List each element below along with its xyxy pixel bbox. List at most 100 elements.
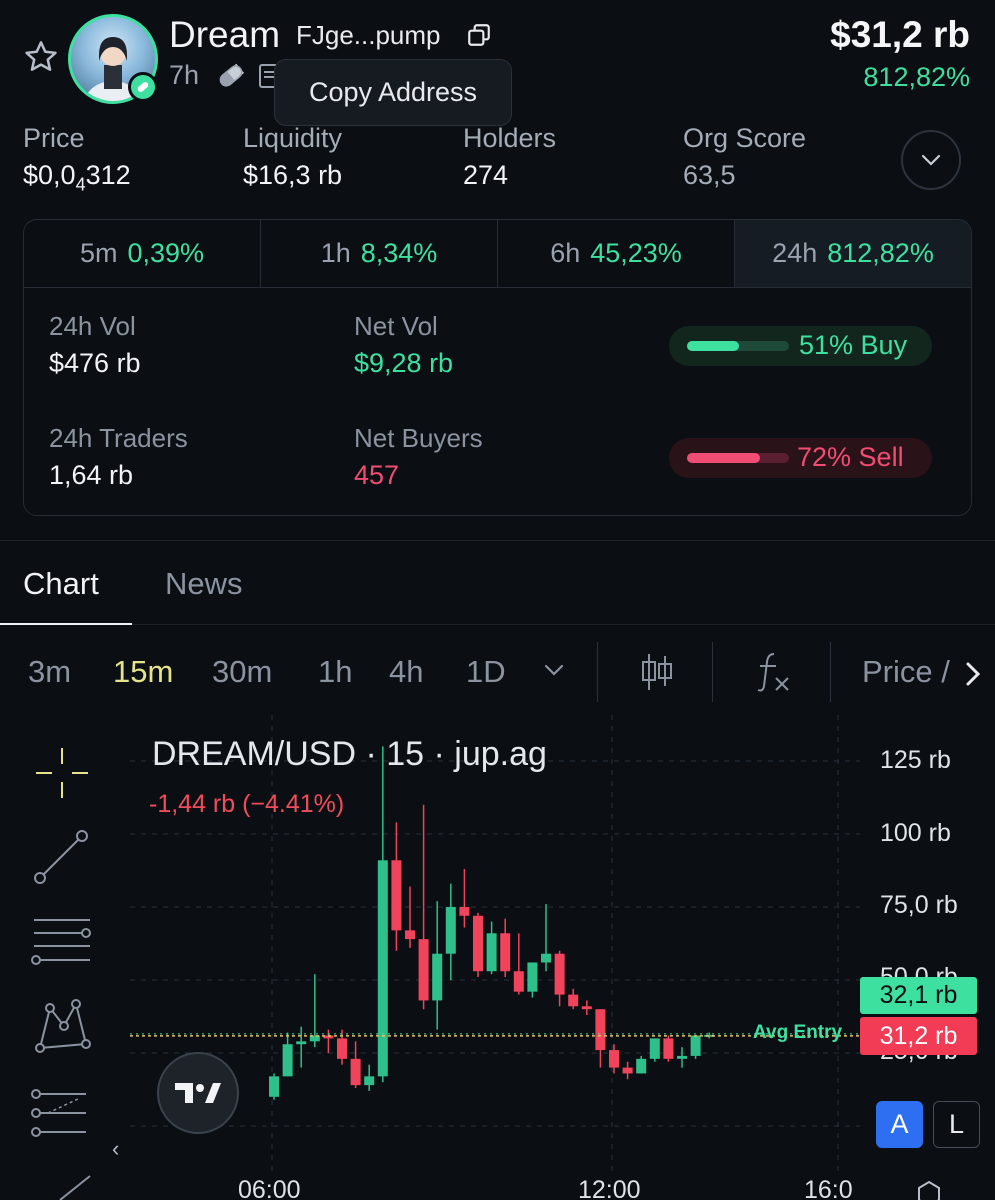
- net-buyers-label: Net Buyers: [354, 423, 483, 453]
- net-vol-label: Net Vol: [354, 311, 438, 341]
- fib-lines-icon[interactable]: [31, 919, 91, 965]
- vol-value: $476 rb: [49, 348, 141, 378]
- toolbar-separator: [597, 642, 598, 702]
- tab-news[interactable]: News: [165, 566, 243, 602]
- y-tick: 75,0 rb: [880, 891, 958, 919]
- section-divider: [0, 540, 995, 541]
- candle-body: [677, 1055, 687, 1059]
- tab-chart[interactable]: Chart: [23, 566, 99, 602]
- candle: [541, 904, 551, 972]
- candle: [636, 1055, 647, 1074]
- interval-4h[interactable]: 4h: [389, 654, 423, 690]
- candle: [432, 901, 443, 1030]
- candle: [609, 1044, 619, 1074]
- candle: [663, 1035, 674, 1062]
- crosshair-icon[interactable]: [36, 748, 88, 798]
- tab-5m[interactable]: 5m 0,39%: [24, 220, 261, 287]
- y-tick: 125 rb: [880, 746, 951, 774]
- sell-bar-fill: [687, 453, 761, 463]
- interval-3m[interactable]: 3m: [28, 654, 71, 690]
- tab-1h[interactable]: 1h 8,34%: [261, 220, 498, 287]
- candle: [296, 1026, 307, 1068]
- candlestick-chart[interactable]: [0, 715, 995, 1200]
- copy-address-tooltip: Copy Address: [274, 59, 512, 126]
- candle-body: [377, 860, 388, 1077]
- candle-body: [527, 962, 538, 992]
- buy-ratio-pill: 51% Buy: [669, 326, 932, 366]
- current-price-tag-red: 31,2 rb: [860, 1017, 977, 1055]
- candle-body: [445, 907, 456, 954]
- candle-body: [554, 953, 565, 995]
- org-score-value: 63,5: [683, 160, 736, 190]
- net-buyers-value: 457: [354, 460, 400, 490]
- candle-body: [459, 907, 470, 916]
- candle: [282, 1032, 293, 1077]
- liquidity-value: $16,3 rb: [243, 160, 343, 190]
- candle: [364, 1064, 375, 1091]
- candle: [269, 1073, 279, 1100]
- forecast-icon[interactable]: [31, 1089, 86, 1137]
- candle: [500, 918, 511, 978]
- magnet-icon[interactable]: [59, 1175, 91, 1200]
- token-address[interactable]: FJge...pump: [296, 20, 441, 51]
- toolbar-separator: [830, 642, 831, 702]
- candle: [581, 1000, 592, 1016]
- toolbar-scroll-right-icon[interactable]: [962, 660, 984, 693]
- candle: [459, 869, 470, 928]
- sell-ratio-pill: 72% Sell: [669, 438, 932, 478]
- auto-scale-button[interactable]: A: [876, 1101, 923, 1148]
- candle-body: [269, 1076, 279, 1097]
- x-tick: 12:00: [578, 1176, 641, 1200]
- candle: [690, 1035, 701, 1059]
- traders-label: 24h Traders: [49, 423, 188, 453]
- holders-label: Holders: [463, 123, 557, 153]
- pattern-icon[interactable]: [35, 999, 91, 1053]
- holders-value: 274: [463, 160, 509, 190]
- candle: [649, 1038, 660, 1062]
- collapse-toolbar-icon[interactable]: ‹: [112, 1136, 119, 1162]
- market-cap: $31,2 rb: [830, 14, 970, 55]
- sell-ratio-label: 72% Sell: [797, 442, 904, 472]
- interval-dropdown-chevron-icon[interactable]: [542, 662, 566, 683]
- tab-24h[interactable]: 24h 812,82%: [735, 220, 971, 287]
- chart-title: DREAM/USD · 15 · jup.ag: [152, 735, 547, 773]
- candle: [554, 950, 565, 1007]
- candle-body: [473, 915, 483, 972]
- settings-gear-icon[interactable]: [912, 1176, 946, 1200]
- candles-icon[interactable]: [640, 652, 674, 697]
- candle-body: [296, 1041, 307, 1045]
- copy-icon[interactable]: [466, 22, 492, 48]
- org-score-label: Org Score: [683, 123, 807, 153]
- candle-body: [364, 1076, 375, 1086]
- buy-bar-track: [687, 341, 789, 351]
- interval-1h[interactable]: 1h: [318, 654, 352, 690]
- candle-body: [609, 1050, 619, 1068]
- buy-bar-fill: [687, 341, 740, 351]
- chevron-down-icon: [921, 154, 941, 166]
- candle-body: [282, 1044, 293, 1077]
- tabs-divider: [0, 624, 995, 625]
- interval-30m[interactable]: 30m: [212, 654, 272, 690]
- token-name: Dream: [169, 14, 281, 55]
- market-cap-change: 812,82%: [863, 62, 970, 92]
- candle-body: [622, 1067, 633, 1074]
- candle-body: [690, 1035, 701, 1056]
- avg-entry-label: Avg Entry: [753, 1022, 843, 1043]
- favorite-star-icon[interactable]: [22, 38, 60, 76]
- tradingview-logo-icon[interactable]: [157, 1052, 239, 1134]
- log-scale-button[interactable]: L: [933, 1101, 980, 1148]
- candle: [568, 988, 579, 1010]
- candle-body: [663, 1038, 674, 1059]
- expand-stats-button[interactable]: [901, 130, 961, 190]
- candle: [391, 822, 402, 951]
- traders-value: 1,64 rb: [49, 460, 134, 490]
- candle: [445, 883, 456, 980]
- interval-1d[interactable]: 1D: [466, 654, 506, 690]
- interval-15m[interactable]: 15m: [113, 654, 173, 690]
- candle-body: [568, 994, 579, 1007]
- tab-6h[interactable]: 6h 45,23%: [498, 220, 735, 287]
- trend-line-icon[interactable]: [34, 830, 88, 884]
- candle-body: [513, 971, 524, 992]
- buy-ratio-label: 51% Buy: [799, 330, 908, 360]
- indicators-fx-icon[interactable]: [756, 650, 792, 699]
